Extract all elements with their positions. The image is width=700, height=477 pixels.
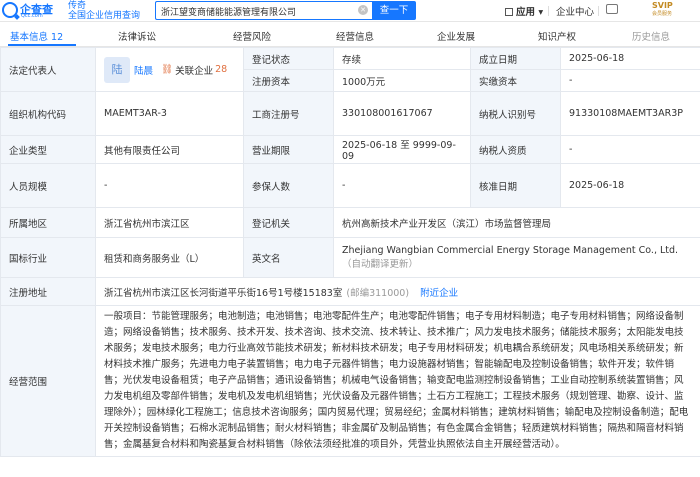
industry-label: 国标行业 bbox=[0, 237, 96, 278]
related-label[interactable]: 关联企业 bbox=[175, 63, 213, 77]
tab-bar: 基本信息 12 法律诉讼 经营风险 经营信息 企业发展 知识产权 历史信息 bbox=[0, 23, 700, 47]
tab-ip[interactable]: 知识产权 bbox=[538, 29, 576, 43]
tab-operation[interactable]: 经营信息 bbox=[336, 29, 374, 43]
tab-basic-info[interactable]: 基本信息 12 bbox=[10, 29, 63, 43]
insured-label: 参保人数 bbox=[243, 163, 334, 208]
search-input[interactable]: 浙江望变商储能能源管理有限公司 bbox=[155, 1, 372, 20]
apps-menu[interactable]: 应用 ▾ bbox=[505, 4, 543, 18]
reg-authority-label: 登记机关 bbox=[243, 207, 334, 238]
scope-label: 经营范围 bbox=[0, 305, 96, 457]
brand-domain: Qcc.com bbox=[21, 13, 43, 19]
org-code-label: 组织机构代码 bbox=[0, 91, 96, 136]
taxpayer-id: 91330108MAEMT3AR3P bbox=[560, 91, 700, 136]
message-icon[interactable] bbox=[606, 4, 618, 14]
nearby-companies-link[interactable]: 附近企业 bbox=[420, 288, 458, 299]
divider bbox=[548, 6, 549, 16]
company-type: 其他有限责任公司 bbox=[95, 135, 244, 164]
paid-capital: - bbox=[560, 69, 700, 92]
svip-sub: 会员服务 bbox=[652, 11, 673, 17]
biz-reg-no: 330108001617067 bbox=[333, 91, 471, 136]
staff-size-label: 人员规模 bbox=[0, 163, 96, 208]
biz-reg-no-label: 工商注册号 bbox=[243, 91, 334, 136]
region: 浙江省杭州市滨江区 bbox=[95, 207, 244, 238]
postcode: (邮编311000) bbox=[346, 287, 410, 299]
staff-size: - bbox=[95, 163, 244, 208]
address-label: 注册地址 bbox=[0, 277, 96, 306]
en-name: Zhejiang Wangbian Commercial Energy Stor… bbox=[342, 244, 679, 256]
related-count[interactable]: 28 bbox=[215, 64, 227, 75]
legal-rep-name[interactable]: 陆晨 bbox=[134, 63, 153, 77]
divider bbox=[598, 6, 599, 16]
reg-status: 存续 bbox=[333, 47, 471, 70]
apps-label: 应用 bbox=[516, 7, 536, 18]
logo[interactable]: 企查查 Qcc.com bbox=[2, 1, 66, 20]
chevron-down-icon: ▾ bbox=[538, 7, 544, 18]
org-code: MAEMT3AR-3 bbox=[95, 91, 244, 136]
address: 浙江省杭州市滨江区长河街道平乐街16号1号楼15183室 bbox=[104, 287, 343, 299]
approval-date-label: 核准日期 bbox=[470, 163, 561, 208]
en-name-note[interactable]: （自动翻译更新） bbox=[342, 259, 418, 270]
avatar: 陆 bbox=[104, 56, 130, 83]
reg-capital: 1000万元 bbox=[333, 69, 471, 92]
grid-icon bbox=[505, 8, 513, 16]
biz-term-label: 营业期限 bbox=[243, 135, 334, 164]
insured: - bbox=[333, 163, 471, 208]
svip-label: SVIP bbox=[652, 1, 673, 10]
address-cell: 浙江省杭州市滨江区长河街道平乐街16号1号楼15183室 (邮编311000) 附… bbox=[95, 277, 700, 306]
clear-icon[interactable]: ✕ bbox=[358, 5, 368, 15]
link-icon: ⛓ bbox=[161, 64, 174, 75]
reg-capital-label: 注册资本 bbox=[243, 69, 334, 92]
company-type-label: 企业类型 bbox=[0, 135, 96, 164]
en-name-cell: Zhejiang Wangbian Commercial Energy Stor… bbox=[333, 237, 700, 278]
tab-risk[interactable]: 经营风险 bbox=[233, 29, 271, 43]
corp-center-link[interactable]: 企业中心 bbox=[556, 4, 594, 18]
approval-date: 2025-06-18 bbox=[560, 163, 700, 208]
en-name-label: 英文名 bbox=[243, 237, 334, 278]
active-tab-indicator bbox=[8, 44, 76, 46]
slogan-line-2: 全国企业信用查询 bbox=[68, 11, 141, 21]
tab-legal[interactable]: 法律诉讼 bbox=[118, 29, 156, 43]
found-date: 2025-06-18 bbox=[560, 47, 700, 70]
tab-development[interactable]: 企业发展 bbox=[437, 29, 475, 43]
svip-badge[interactable]: SVIP 会员服务 bbox=[652, 1, 692, 20]
company-info-table: 法定代表人 陆 陆晨 ⛓ 关联企业 28 登记状态 存续 成立日期 2025-0… bbox=[0, 47, 700, 457]
taxpayer-qual-label: 纳税人资质 bbox=[470, 135, 561, 164]
tab-history[interactable]: 历史信息 bbox=[632, 29, 670, 43]
biz-term: 2025-06-18 至 9999-09-09 bbox=[333, 135, 471, 164]
taxpayer-qual: - bbox=[560, 135, 700, 164]
taxpayer-id-label: 纳税人识别号 bbox=[470, 91, 561, 136]
legal-rep-label: 法定代表人 bbox=[0, 47, 96, 92]
legal-rep-cell: 陆 陆晨 ⛓ 关联企业 28 bbox=[95, 47, 244, 92]
reg-status-label: 登记状态 bbox=[243, 47, 334, 70]
region-label: 所属地区 bbox=[0, 207, 96, 238]
paid-capital-label: 实缴资本 bbox=[470, 69, 561, 92]
business-scope: 一般项目：节能管理服务；电池制造；电池销售；电池零配件生产；电池零配件销售；电子… bbox=[95, 305, 700, 457]
top-bar: 企查查 Qcc.com 传奇 全国企业信用查询 浙江望变商储能能源管理有限公司 … bbox=[0, 0, 700, 22]
slogan: 传奇 全国企业信用查询 bbox=[68, 1, 140, 21]
reg-authority: 杭州高新技术产业开发区（滨江）市场监督管理局 bbox=[333, 207, 700, 238]
slogan-line-1: 传奇 bbox=[68, 1, 87, 11]
found-date-label: 成立日期 bbox=[470, 47, 561, 70]
search-button[interactable]: 查一下 bbox=[372, 1, 416, 20]
logo-icon bbox=[2, 2, 18, 18]
industry: 租赁和商务服务业（L） bbox=[95, 237, 244, 278]
